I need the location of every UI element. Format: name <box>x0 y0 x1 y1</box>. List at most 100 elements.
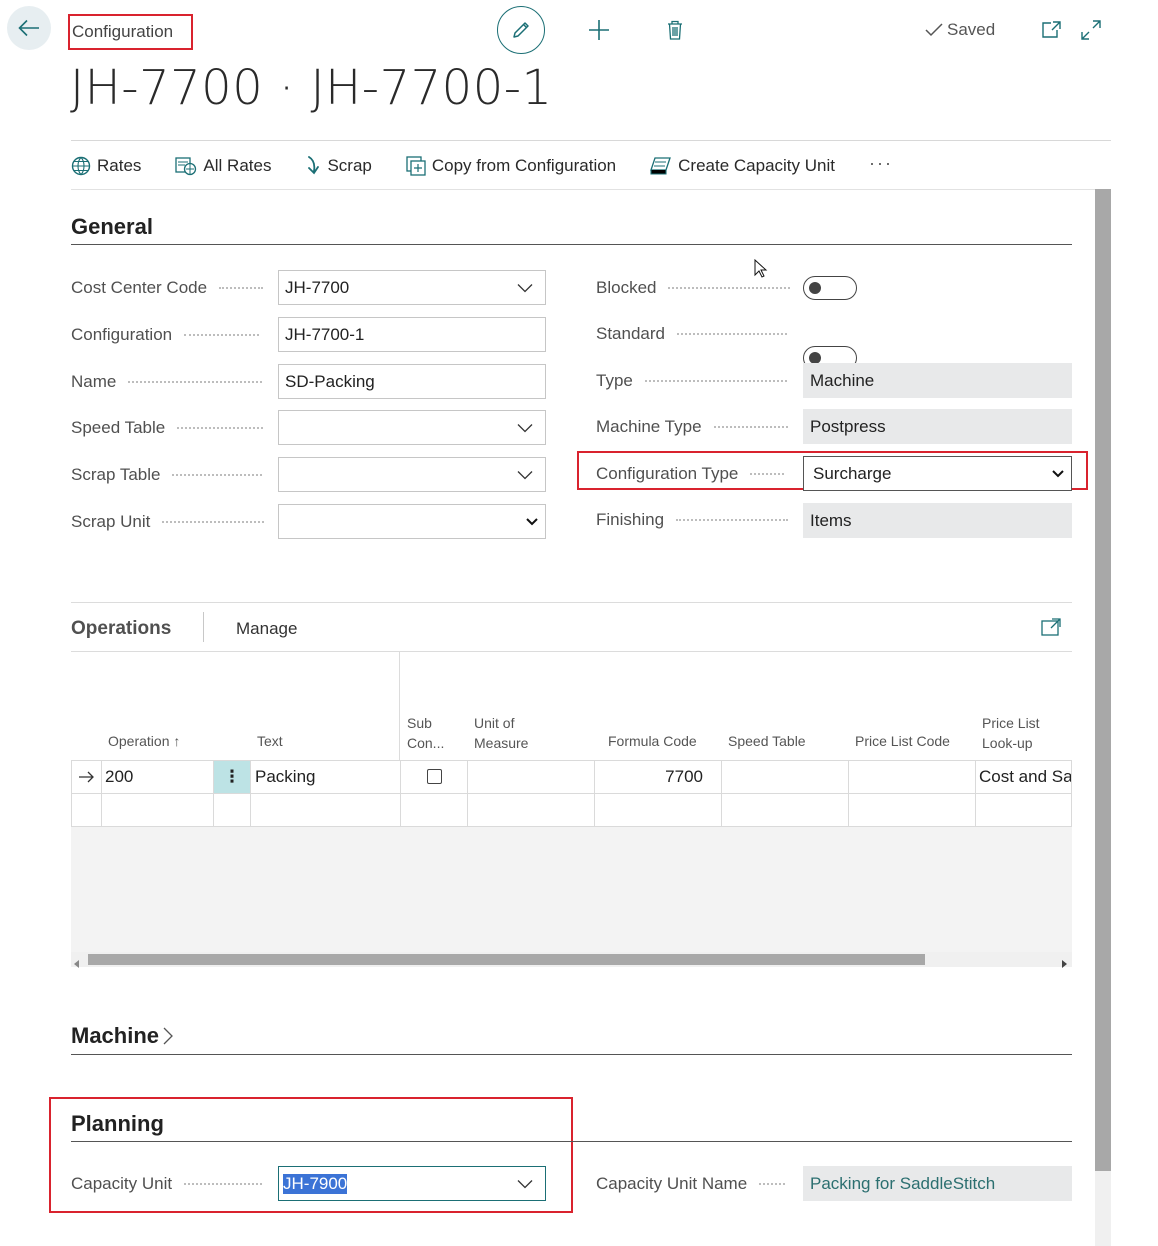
machine-type-label: Machine Type <box>596 417 788 437</box>
column-header-price-list-lookup[interactable]: Price List Look-up <box>982 713 1040 753</box>
new-button[interactable] <box>585 16 613 44</box>
chevron-down-icon[interactable] <box>505 283 545 293</box>
cell-speed-table[interactable] <box>721 760 849 794</box>
copy-from-configuration-label: Copy from Configuration <box>431 156 617 175</box>
chevron-down-icon[interactable] <box>505 470 545 480</box>
machine-section-title[interactable]: Machine <box>71 1023 173 1049</box>
row-indicator[interactable] <box>71 793 102 827</box>
chevron-right-icon <box>163 1027 173 1045</box>
delete-button[interactable] <box>663 16 687 44</box>
expand-button[interactable] <box>1080 19 1102 41</box>
scrap-action[interactable]: Scrap <box>305 156 372 176</box>
cell-sub-con[interactable] <box>400 793 468 827</box>
row-menu-button[interactable]: ⋮ <box>213 760 251 794</box>
cell-formula-code[interactable] <box>594 793 722 827</box>
arrow-left-icon <box>18 19 39 37</box>
breadcrumb-label: Configuration <box>72 22 174 41</box>
chevron-down-icon[interactable] <box>505 1179 545 1189</box>
cell-sub-con[interactable] <box>400 760 468 794</box>
speed-table-label: Speed Table <box>71 418 264 438</box>
column-header-text[interactable]: Text <box>257 731 283 751</box>
cell-price-list-code[interactable] <box>848 760 976 794</box>
action-bar: Rates All Rates Scrap Copy from Configur… <box>71 152 893 180</box>
create-capacity-unit-action[interactable]: Create Capacity Unit <box>650 156 835 176</box>
scroll-left-icon[interactable] <box>74 955 80 973</box>
vertical-scrollbar-thumb[interactable] <box>1095 189 1111 1171</box>
back-button[interactable] <box>7 6 51 50</box>
column-header-unit-of-measure[interactable]: Unit of Measure <box>474 713 528 753</box>
name-field[interactable]: SD-Packing <box>278 364 546 399</box>
cell-operation[interactable]: 200 <box>101 760 214 794</box>
operations-tab[interactable]: Operations <box>71 618 171 640</box>
chevron-down-icon[interactable] <box>1045 469 1071 478</box>
name-value: SD-Packing <box>285 371 375 391</box>
breadcrumb[interactable]: Configuration <box>68 14 193 50</box>
planning-section-title[interactable]: Planning <box>71 1111 164 1137</box>
scrap-unit-label: Scrap Unit <box>71 512 265 532</box>
configuration-type-value: Surcharge <box>813 463 892 483</box>
capacity-unit-field[interactable]: JH-7900 <box>278 1166 546 1201</box>
configuration-field[interactable]: JH-7700-1 <box>278 317 546 352</box>
chevron-down-icon[interactable] <box>505 423 545 433</box>
open-in-new-window-icon <box>1041 618 1061 636</box>
checkmark-icon <box>925 23 943 37</box>
all-rates-action[interactable]: All Rates <box>175 156 271 176</box>
general-section-title[interactable]: General <box>71 214 153 240</box>
chevron-down-icon[interactable] <box>519 517 545 526</box>
manage-tab[interactable]: Manage <box>236 619 297 639</box>
saved-label: Saved <box>947 20 996 39</box>
scrap-table-field[interactable] <box>278 457 546 492</box>
saved-status: Saved <box>925 20 995 40</box>
capacity-unit-name-value: Packing for SaddleStitch <box>803 1166 1072 1201</box>
scrap-label: Scrap <box>327 156 372 175</box>
horizontal-scrollbar-thumb[interactable] <box>88 954 925 965</box>
cell-unit-of-measure[interactable] <box>467 760 595 794</box>
row-indicator[interactable] <box>71 760 102 794</box>
column-header-price-list-code[interactable]: Price List Code <box>855 731 950 751</box>
column-header-speed-table[interactable]: Speed Table <box>728 731 806 751</box>
checkbox[interactable] <box>426 768 442 784</box>
divider <box>71 602 1072 603</box>
configuration-value: JH-7700-1 <box>285 324 365 344</box>
machine-title-label: Machine <box>71 1023 160 1048</box>
open-list-button[interactable] <box>1041 618 1061 641</box>
divider <box>71 140 1111 141</box>
open-in-new-window-icon <box>1042 21 1061 38</box>
cell-speed-table[interactable] <box>721 793 849 827</box>
finishing-value: Items <box>803 503 1072 538</box>
finishing-label: Finishing <box>596 510 789 530</box>
cell-price-list-lookup[interactable]: Cost and Sa <box>975 760 1072 794</box>
frozen-column-divider <box>399 652 400 760</box>
cell-price-list-lookup[interactable] <box>975 793 1072 827</box>
edit-button[interactable] <box>497 6 545 54</box>
open-new-window-button[interactable] <box>1040 19 1062 41</box>
cell-operation[interactable] <box>101 793 214 827</box>
cell-text[interactable]: Packing <box>250 760 401 794</box>
blocked-toggle[interactable] <box>803 276 857 300</box>
column-header-sub-con[interactable]: Sub Con... <box>407 713 444 753</box>
cost-center-code-value: JH-7700 <box>285 277 350 297</box>
divider <box>71 651 1072 652</box>
configuration-type-select[interactable]: Surcharge <box>803 456 1072 491</box>
plus-icon <box>589 20 609 40</box>
scroll-right-icon[interactable] <box>1061 955 1067 973</box>
expand-icon <box>1081 20 1101 40</box>
cell-text[interactable] <box>250 793 401 827</box>
scrap-unit-select[interactable] <box>278 504 546 539</box>
cell-formula-code[interactable]: 7700 <box>594 760 722 794</box>
cost-center-code-field[interactable]: JH-7700 <box>278 270 546 305</box>
row-menu-cell[interactable] <box>213 793 251 827</box>
copy-from-configuration-action[interactable]: Copy from Configuration <box>406 156 616 176</box>
more-actions-button[interactable]: ··· <box>869 153 893 174</box>
tab-separator <box>203 612 204 642</box>
page-title: JH-7700 · JH-7700-1 <box>70 60 553 116</box>
cell-unit-of-measure[interactable] <box>467 793 595 827</box>
rates-action[interactable]: Rates <box>71 156 141 176</box>
column-header-formula-code[interactable]: Formula Code <box>608 731 697 751</box>
speed-table-field[interactable] <box>278 410 546 445</box>
column-header-operation[interactable]: Operation ↑ <box>108 731 180 751</box>
scrap-arrow-icon <box>308 156 320 175</box>
cell-price-list-code[interactable] <box>848 793 976 827</box>
type-label: Type <box>596 371 787 391</box>
divider <box>71 189 1111 190</box>
